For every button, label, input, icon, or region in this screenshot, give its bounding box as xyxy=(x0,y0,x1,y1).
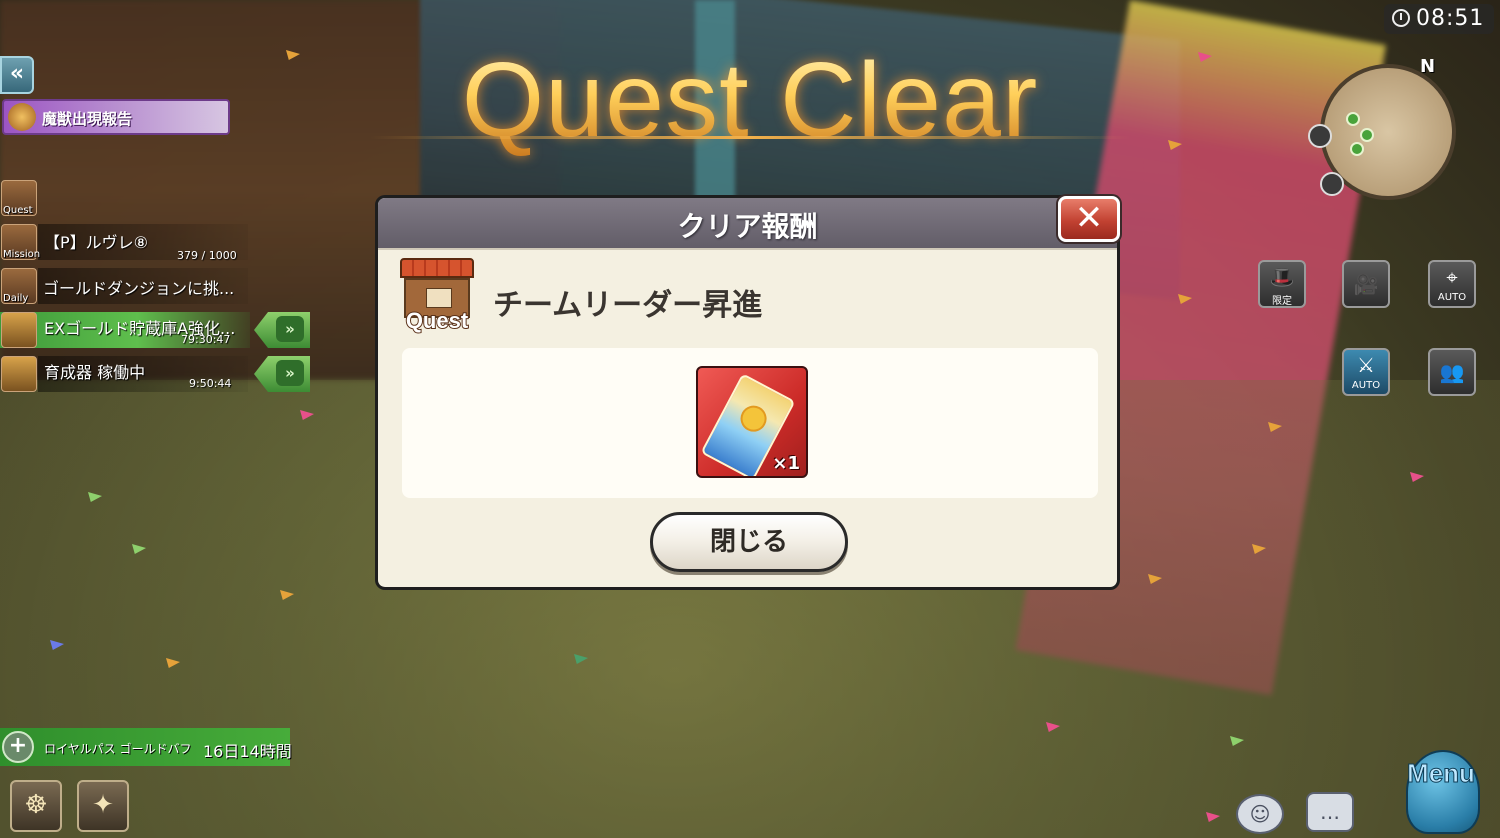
mission-tab-label: Mission xyxy=(3,249,41,260)
confetti xyxy=(300,410,314,420)
north-label: N xyxy=(1420,56,1436,77)
confetti xyxy=(1148,574,1162,584)
confetti xyxy=(50,640,64,650)
auto-target-button[interactable]: ⌖ AUTO xyxy=(1428,260,1476,308)
mission-progress: 379 / 1000 xyxy=(177,249,237,262)
timer-name: 育成器 稼働中 xyxy=(44,363,146,382)
gold-storage-icon xyxy=(1,312,37,348)
confetti xyxy=(1410,472,1424,482)
confetti xyxy=(1046,722,1060,732)
camera-icon: 🎥 xyxy=(1353,272,1379,296)
clear-reward-dialog: クリア報酬 Quest チームリーダー昇進 ×1 閉じる xyxy=(375,195,1120,590)
box-icon: ✦ xyxy=(92,790,114,820)
dialog-header: クリア報酬 xyxy=(378,198,1117,250)
confetti xyxy=(88,492,102,502)
party-icon: 👥 xyxy=(1439,360,1465,384)
quest-icon: Quest xyxy=(398,258,476,336)
menu-button[interactable]: Menu xyxy=(1388,742,1494,838)
limited-button[interactable]: 🎩 限定 xyxy=(1258,260,1306,308)
plus-icon[interactable]: + xyxy=(2,731,34,763)
close-icon: ✕ xyxy=(1074,198,1104,238)
quest-icon-roof xyxy=(400,258,474,278)
map-npc-icon xyxy=(1360,128,1374,142)
fast-forward-icon: » xyxy=(276,360,304,386)
sun-icon xyxy=(735,401,772,437)
boss-notice-bar[interactable]: 魔獣出現報告 xyxy=(2,99,230,135)
target-icon: ⌖ xyxy=(1446,265,1458,289)
limited-label: 限定 xyxy=(1272,296,1292,307)
auto-battle-label: AUTO xyxy=(1351,380,1381,391)
incubator-icon xyxy=(1,356,37,392)
party-button[interactable]: 👥 xyxy=(1428,348,1476,396)
beast-icon xyxy=(8,103,36,131)
reward-ticket-item[interactable]: ×1 xyxy=(696,366,808,478)
clock: 08:51 xyxy=(1384,4,1494,34)
minimap[interactable]: N xyxy=(1308,56,1456,200)
daily-tab-button[interactable]: Daily xyxy=(1,268,37,304)
confetti xyxy=(1268,422,1282,432)
title-underline xyxy=(370,136,1130,139)
dialog-title: クリア報酬 xyxy=(677,210,818,243)
map-npc-icon xyxy=(1350,142,1364,156)
confetti xyxy=(132,544,146,554)
hat-icon: 🎩 xyxy=(1269,265,1295,289)
quest-tab-button[interactable]: Quest xyxy=(1,180,37,216)
close-x-button[interactable]: ✕ xyxy=(1058,196,1120,242)
map-marker-icon xyxy=(1308,124,1332,148)
confetti xyxy=(1206,812,1220,822)
confetti xyxy=(574,654,588,664)
quest-name: チームリーダー昇進 xyxy=(493,288,763,323)
quest-tab-label: Quest xyxy=(3,205,33,216)
fast-forward-icon: » xyxy=(276,316,304,342)
daily-name: ゴールドダンジョンに挑... xyxy=(43,279,235,298)
auto-battle-button[interactable]: ⚔ AUTO xyxy=(1342,348,1390,396)
timer-time: 9:50:44 xyxy=(189,377,232,390)
confetti xyxy=(1178,294,1192,304)
confetti xyxy=(166,658,180,668)
item-box-button[interactable]: ✦ xyxy=(77,780,129,832)
quest-icon-label: Quest xyxy=(405,307,469,334)
confetti xyxy=(280,590,294,600)
menu-label: Menu xyxy=(1407,758,1476,789)
fast-forward-button[interactable]: » xyxy=(254,356,310,392)
royal-pass-time: 16日14時間 xyxy=(203,742,292,761)
collapse-hud-button[interactable]: « xyxy=(0,56,34,94)
face-icon: ☺ xyxy=(1249,802,1271,826)
clock-time: 08:51 xyxy=(1416,6,1485,31)
emote-button[interactable]: ☺ xyxy=(1236,794,1284,834)
timer-time: 79:30:47 xyxy=(181,333,231,346)
mission-name: 【P】ルヴレ⑧ xyxy=(44,233,148,252)
chat-button[interactable]: … xyxy=(1306,792,1354,832)
steering-wheel-icon: ☸ xyxy=(24,790,48,820)
reward-quantity: ×1 xyxy=(772,453,800,474)
mission-tab-button[interactable]: Mission xyxy=(1,224,41,260)
fast-forward-button[interactable]: » xyxy=(254,312,310,348)
confetti xyxy=(1252,544,1266,554)
close-dialog-button[interactable]: 閉じる xyxy=(650,512,848,572)
swords-icon: ⚔ xyxy=(1357,353,1375,377)
reward-panel: ×1 xyxy=(402,348,1098,498)
auto-label: AUTO xyxy=(1437,292,1467,303)
boss-notice-label: 魔獣出現報告 xyxy=(42,110,133,128)
daily-tab-label: Daily xyxy=(3,293,29,304)
map-npc-icon xyxy=(1346,112,1360,126)
confetti xyxy=(1230,736,1244,746)
steering-wheel-button[interactable]: ☸ xyxy=(10,780,62,832)
royal-pass-label: ロイヤルパス ゴールドバフ xyxy=(44,742,192,756)
chat-icon: … xyxy=(1320,800,1340,824)
clock-icon xyxy=(1392,9,1410,27)
map-marker-icon xyxy=(1320,172,1344,196)
camera-button[interactable]: 🎥 xyxy=(1342,260,1390,308)
